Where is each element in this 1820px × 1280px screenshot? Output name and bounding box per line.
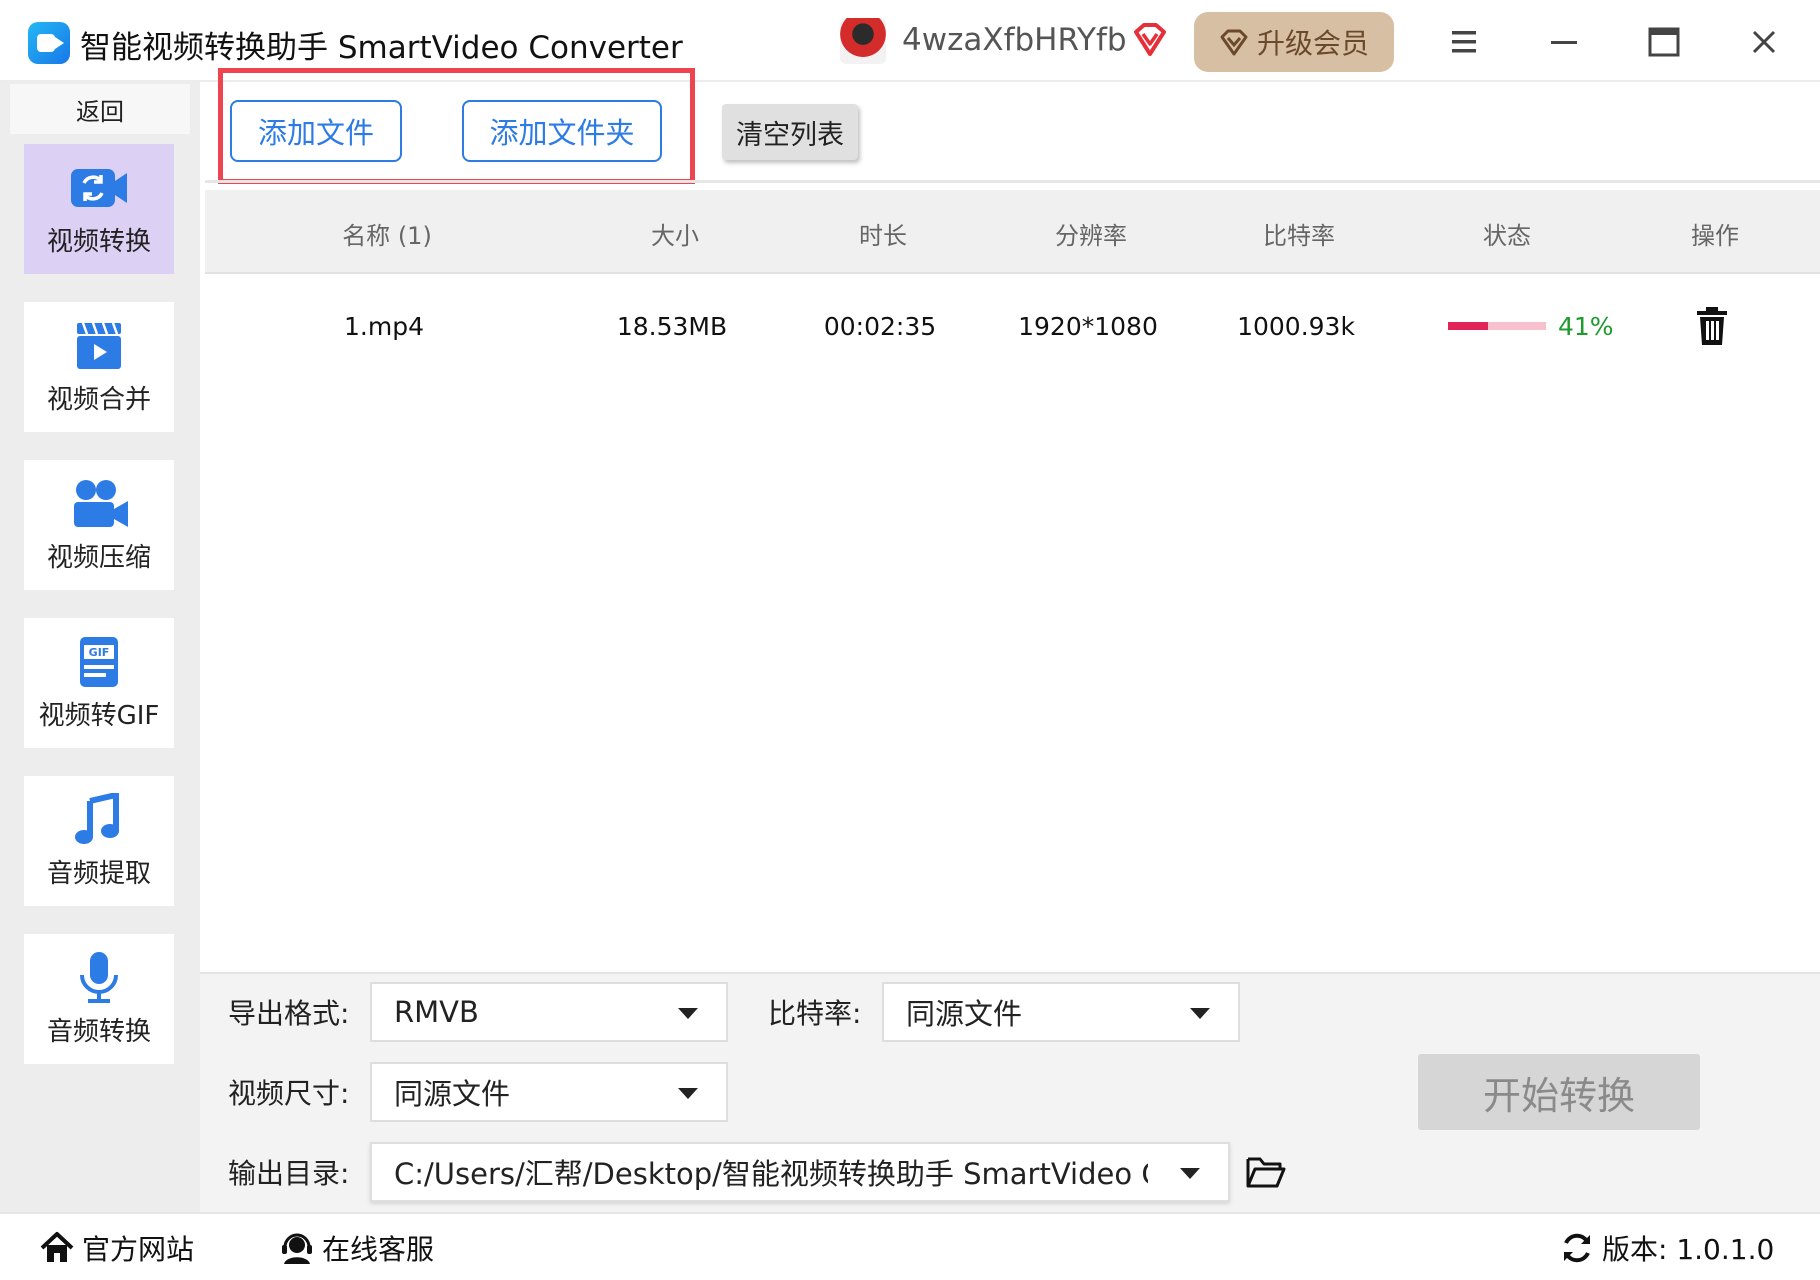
diamond-icon [1220, 29, 1248, 56]
sidebar-item-label: 视频压缩 [46, 542, 151, 573]
output-dir-label: 输出目录: [228, 1157, 350, 1190]
chevron-down-icon [1190, 1008, 1210, 1019]
file-size-cell: 18.53MB [616, 312, 728, 341]
start-convert-button[interactable]: 开始转换 [1418, 1054, 1700, 1130]
official-website-label: 官方网站 [82, 1233, 195, 1266]
sidebar: 返回 视频转换 视频合并 视频压缩 GIF 视频转GIF 音频提取 音频转换 [0, 82, 200, 1212]
open-folder-icon[interactable] [1246, 1155, 1286, 1189]
output-dir-value: C:/Users/汇帮/Desktop/智能视频转换助手 SmartVideo … [394, 1157, 1148, 1191]
table-header: 名称 (1) 大小 时长 分辨率 比特率 状态 操作 [205, 190, 1820, 274]
export-format-label: 导出格式: [228, 997, 350, 1030]
sidebar-item-label: 视频转GIF [38, 700, 160, 731]
online-support-label: 在线客服 [322, 1233, 435, 1266]
maximize-icon[interactable] [1644, 22, 1684, 62]
chevron-down-icon [678, 1088, 698, 1099]
video-size-select[interactable]: 同源文件 [370, 1062, 728, 1122]
trash-icon[interactable] [1694, 306, 1730, 346]
video-merge-icon [77, 322, 121, 369]
menu-icon[interactable] [1444, 22, 1484, 62]
video-compress-icon [74, 479, 128, 527]
online-support-link[interactable]: 在线客服 [280, 1228, 434, 1268]
status-bar: 官方网站 在线客服 版本: 1.0.1.0 [0, 1212, 1820, 1280]
output-dir-select[interactable]: C:/Users/汇帮/Desktop/智能视频转换助手 SmartVideo … [370, 1142, 1230, 1202]
version-info[interactable]: 版本: 1.0.1.0 [1560, 1228, 1774, 1268]
column-header-resolution[interactable]: 分辨率 [1055, 216, 1127, 251]
headset-icon [282, 1233, 312, 1264]
upgrade-label: 升级会员 [1256, 27, 1369, 60]
close-icon[interactable] [1744, 22, 1784, 62]
file-resolution-cell: 1920*1080 [1018, 312, 1158, 341]
file-name-cell: 1.mp4 [344, 312, 424, 341]
file-duration-cell: 00:02:35 [823, 312, 937, 341]
video-size-value: 同源文件 [394, 1077, 511, 1111]
official-website-link[interactable]: 官方网站 [40, 1228, 194, 1268]
home-icon [40, 1232, 74, 1262]
sidebar-item-audio-extract[interactable]: 音频提取 [24, 776, 174, 906]
bitrate-value: 同源文件 [906, 997, 1023, 1031]
column-header-actions: 操作 [1691, 222, 1739, 250]
upgrade-membership-button[interactable]: 升级会员 [1194, 12, 1394, 72]
chevron-down-icon [678, 1008, 698, 1019]
column-header-duration[interactable]: 时长 [859, 216, 907, 251]
conversion-progress-bar [1448, 322, 1546, 330]
progress-percent: 41% [1558, 312, 1614, 341]
microphone-icon [80, 951, 118, 1003]
user-avatar[interactable] [840, 18, 886, 64]
sidebar-item-label: 音频转换 [46, 1016, 151, 1047]
back-button[interactable]: 返回 [10, 84, 190, 134]
sidebar-item-label: 视频合并 [46, 384, 151, 415]
column-header-bitrate[interactable]: 比特率 [1263, 216, 1335, 251]
svg-text:GIF: GIF [89, 646, 110, 659]
chevron-down-icon [1180, 1168, 1200, 1179]
minimize-icon[interactable] [1544, 22, 1584, 62]
sidebar-item-video-merge[interactable]: 视频合并 [24, 302, 174, 432]
sidebar-item-video-compress[interactable]: 视频压缩 [24, 460, 174, 590]
refresh-icon [1564, 1233, 1590, 1263]
window-title: 智能视频转换助手 SmartVideo Converter [80, 30, 683, 66]
app-logo-icon [28, 22, 70, 64]
gif-icon: GIF [80, 636, 118, 687]
user-name[interactable]: 4wzaXfbHRYfb [902, 22, 1127, 58]
add-file-button[interactable]: 添加文件 [230, 100, 402, 162]
sidebar-item-label: 音频提取 [46, 858, 151, 889]
sidebar-item-audio-convert[interactable]: 音频转换 [24, 934, 174, 1064]
version-label: 版本: 1.0.1.0 [1602, 1233, 1775, 1266]
column-header-size[interactable]: 大小 [651, 216, 699, 251]
sidebar-item-label: 视频转换 [46, 226, 151, 257]
bitrate-select[interactable]: 同源文件 [882, 982, 1240, 1042]
column-header-name[interactable]: 名称 (1) [342, 216, 432, 251]
sidebar-item-video-gif[interactable]: GIF 视频转GIF [24, 618, 174, 748]
toolbar-divider [205, 180, 1820, 183]
clear-list-button[interactable]: 清空列表 [722, 104, 858, 160]
export-format-select[interactable]: RMVB [370, 982, 728, 1042]
file-bitrate-cell: 1000.93k [1237, 312, 1355, 341]
sidebar-item-video-convert[interactable]: 视频转换 [24, 144, 174, 274]
video-size-label: 视频尺寸: [228, 1077, 350, 1110]
add-folder-button[interactable]: 添加文件夹 [462, 100, 662, 162]
bitrate-label: 比特率: [768, 997, 862, 1030]
column-header-status[interactable]: 状态 [1483, 216, 1531, 251]
music-note-icon [75, 792, 119, 844]
video-convert-icon [71, 168, 127, 207]
progress-fill [1448, 322, 1489, 330]
vip-diamond-icon [1134, 23, 1166, 56]
export-format-value: RMVB [394, 995, 479, 1029]
